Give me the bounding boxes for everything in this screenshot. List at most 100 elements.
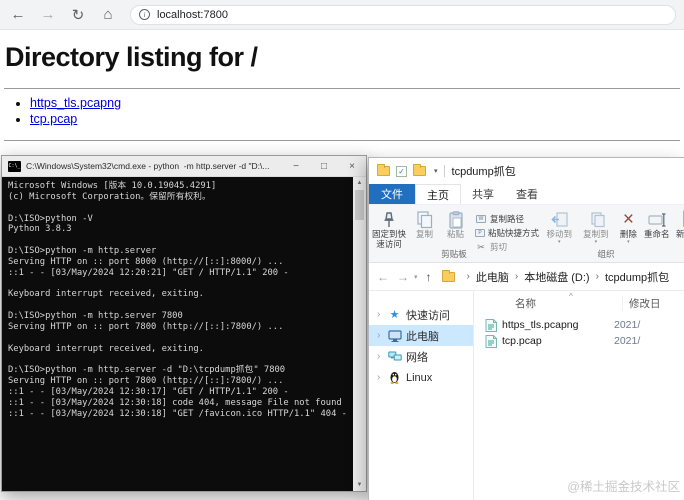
watermark: @稀土掘金技术社区 xyxy=(567,476,680,495)
dropdown-arrow-icon: ▾ xyxy=(627,240,630,244)
up-directory-icon[interactable]: ↑ xyxy=(426,270,432,284)
properties-check-icon[interactable]: ✓ xyxy=(396,166,407,177)
pcapng-file-icon xyxy=(485,319,497,332)
this-pc-icon xyxy=(387,330,402,342)
terminal-line: Keyboard interrupt received, exiting. xyxy=(8,344,351,355)
forward-icon[interactable]: → xyxy=(36,3,60,27)
explorer-sidebar: › ★ 快速访问 › 此电脑 › 网络 › xyxy=(369,291,474,500)
move-to-icon xyxy=(550,210,568,230)
url-text[interactable]: localhost:7800 xyxy=(157,9,228,21)
new-folder-icon[interactable] xyxy=(413,166,426,176)
terminal-line: D:\ISO>python -V xyxy=(8,214,351,225)
terminal-line: ::1 - - [03/May/2024 12:30:18] "GET /fav… xyxy=(8,409,351,420)
breadcrumb-tcpdump[interactable]: tcpdump抓包 xyxy=(605,269,669,285)
ribbon: 固定到快速访问 复制 粘贴 W 复制路径 P xyxy=(369,205,684,263)
tab-share[interactable]: 共享 xyxy=(461,184,505,204)
organize-group-label: 组织 xyxy=(541,248,671,260)
explorer-window-title: tcpdump抓包 xyxy=(452,163,516,179)
star-icon: ★ xyxy=(387,308,402,321)
explorer-forward-icon[interactable]: → xyxy=(397,270,409,284)
delete-icon: × xyxy=(623,210,634,230)
page-title: Directory listing for / xyxy=(5,42,258,73)
browser-toolbar: ← → ↻ ⌂ i localhost:7800 xyxy=(0,0,684,30)
terminal-line xyxy=(8,203,351,214)
home-icon[interactable]: ⌂ xyxy=(96,3,120,27)
paste-icon xyxy=(449,210,463,230)
tab-home[interactable]: 主页 xyxy=(415,184,461,204)
divider xyxy=(4,88,680,89)
clipboard-group: 固定到快速访问 复制 粘贴 W 复制路径 P xyxy=(369,205,539,262)
new-folder-button[interactable]: 新建文件夹 xyxy=(673,208,684,262)
breadcrumb[interactable]: › 此电脑 › 本地磁盘 (D:) › tcpdump抓包 xyxy=(442,269,670,285)
file-row-https-tls[interactable]: https_tls.pcapng 2021/ xyxy=(479,317,684,333)
file-row-tcp-pcap[interactable]: tcp.pcap 2021/ xyxy=(479,333,684,349)
ribbon-tabs: 文件 主页 共享 查看 xyxy=(369,184,684,205)
cmd-window: C:\_ C:\Windows\System32\cmd.exe - pytho… xyxy=(1,155,367,492)
scroll-down-icon[interactable]: ▼ xyxy=(353,479,366,491)
terminal-line: ::1 - - [03/May/2024 12:30:18] code 404,… xyxy=(8,398,351,409)
maximize-button[interactable]: □ xyxy=(310,156,338,177)
back-icon[interactable]: ← xyxy=(6,3,30,27)
expand-chevron-icon[interactable]: › xyxy=(377,330,387,341)
terminal-output: Microsoft Windows [版本 10.0.19045.4291] (… xyxy=(2,177,353,491)
sidebar-item-network[interactable]: › 网络 xyxy=(369,346,473,367)
tab-view[interactable]: 查看 xyxy=(505,184,549,204)
terminal-line xyxy=(8,333,351,344)
copy-path-button[interactable]: W 复制路径 xyxy=(475,212,539,226)
rename-icon xyxy=(648,210,666,230)
address-bar[interactable]: i localhost:7800 xyxy=(130,5,676,25)
close-button[interactable]: × xyxy=(338,156,366,177)
scrollbar[interactable]: ▲ ▼ xyxy=(353,177,366,491)
minimize-button[interactable]: − xyxy=(282,156,310,177)
file-link-https-tls[interactable]: https_tls.pcapng xyxy=(30,96,121,110)
scroll-up-icon[interactable]: ▲ xyxy=(353,177,366,189)
breadcrumb-this-pc[interactable]: 此电脑 xyxy=(476,269,509,285)
qat-dropdown-icon[interactable]: ▾ xyxy=(434,167,438,175)
file-list: 名称 ^ 修改日 https_tls.pcapng 2021/ tcp.pcap… xyxy=(475,291,684,500)
clipboard-group-label: 剪贴板 xyxy=(369,248,539,260)
terminal-line: D:\ISO>python -m http.server 7800 xyxy=(8,311,351,322)
terminal-line: Serving HTTP on :: port 7800 (http://[::… xyxy=(8,322,351,333)
history-dropdown-icon[interactable]: ▾ xyxy=(414,273,418,281)
new-group: 新建文件夹 xyxy=(673,205,684,262)
dropdown-arrow-icon: ▾ xyxy=(595,240,598,244)
file-link-tcp-pcap[interactable]: tcp.pcap xyxy=(30,112,77,126)
site-info-icon[interactable]: i xyxy=(139,9,150,20)
copy-to-icon xyxy=(587,210,605,230)
expand-chevron-icon[interactable]: › xyxy=(377,309,387,320)
paste-shortcut-icon: P xyxy=(475,228,485,238)
terminal-line: Microsoft Windows [版本 10.0.19045.4291] xyxy=(8,181,351,192)
terminal-line: Serving HTTP on :: port 8000 (http://[::… xyxy=(8,257,351,268)
tab-file[interactable]: 文件 xyxy=(369,184,415,204)
list-item: https_tls.pcapng xyxy=(30,95,121,111)
column-header-name[interactable]: 名称 xyxy=(515,296,536,311)
explorer-window: ✓ ▾ tcpdump抓包 文件 主页 共享 查看 固定到快速访问 复制 xyxy=(368,157,684,500)
explorer-titlebar[interactable]: ✓ ▾ tcpdump抓包 xyxy=(369,158,684,184)
terminal-line: (c) Microsoft Corporation。保留所有权利。 xyxy=(8,192,351,203)
expand-chevron-icon[interactable]: › xyxy=(377,351,387,362)
organize-group: 移动到 ▾ 复制到 ▾ × 删除 ▾ 重命名 组织 xyxy=(541,205,671,262)
cmd-titlebar[interactable]: C:\_ C:\Windows\System32\cmd.exe - pytho… xyxy=(2,156,366,177)
reload-icon[interactable]: ↻ xyxy=(66,3,90,27)
sidebar-item-linux[interactable]: › Linux xyxy=(369,367,473,388)
directory-list: https_tls.pcapng tcp.pcap xyxy=(14,95,121,127)
terminal-line: D:\ISO>python -m http.server xyxy=(8,246,351,257)
column-header-modified[interactable]: 修改日 xyxy=(622,296,661,311)
folder-icon[interactable] xyxy=(377,166,390,176)
expand-chevron-icon[interactable]: › xyxy=(377,372,387,383)
sidebar-item-this-pc[interactable]: › 此电脑 xyxy=(369,325,473,346)
explorer-main: › ★ 快速访问 › 此电脑 › 网络 › xyxy=(369,291,684,500)
breadcrumb-drive-d[interactable]: 本地磁盘 (D:) xyxy=(524,269,589,285)
quick-access-toolbar: ✓ ▾ xyxy=(377,166,444,177)
terminal-line xyxy=(8,279,351,290)
scrollbar-thumb[interactable] xyxy=(355,190,364,220)
terminal-line: ::1 - - [03/May/2024 12:30:17] "GET / HT… xyxy=(8,387,351,398)
terminal-line xyxy=(8,235,351,246)
paste-shortcut-button[interactable]: P 粘贴快捷方式 xyxy=(475,226,539,240)
terminal-line xyxy=(8,355,351,366)
sidebar-item-quick-access[interactable]: › ★ 快速访问 xyxy=(369,304,473,325)
explorer-back-icon[interactable]: ← xyxy=(377,270,389,284)
explorer-address-bar: ← → ▾ ↑ › 此电脑 › 本地磁盘 (D:) › tcpdump抓包 xyxy=(369,263,684,291)
cmd-window-title: C:\Windows\System32\cmd.exe - python -m … xyxy=(26,161,278,171)
list-item: tcp.pcap xyxy=(30,111,121,127)
